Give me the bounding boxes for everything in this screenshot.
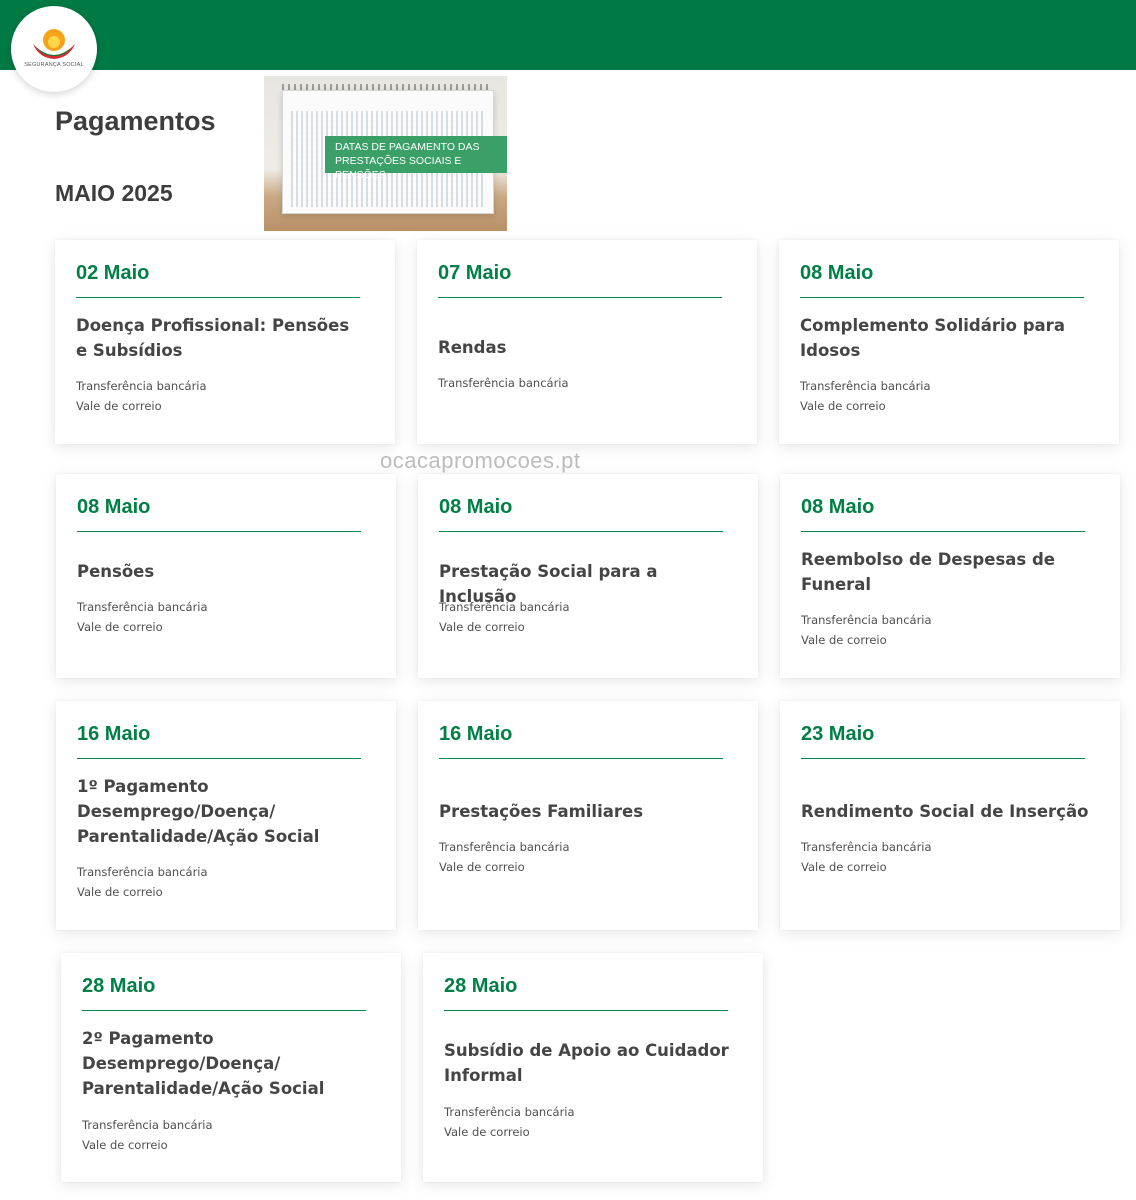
watermark: ocacapromocoes.pt: [380, 448, 581, 473]
divider: [439, 758, 723, 759]
payment-method: Vale de correio: [439, 620, 525, 634]
payment-methods: Transferência bancária Vale de correio: [444, 1102, 575, 1142]
payment-card: 16 Maio 1º Pagamento Desemprego/Doença/ …: [56, 701, 396, 930]
divider: [76, 297, 360, 298]
payment-date: 08 Maio: [77, 496, 151, 518]
payment-method: Transferência bancária: [76, 379, 207, 393]
divider: [801, 531, 1085, 532]
payment-card: 02 Maio Doença Profissional: Pensões e S…: [55, 240, 395, 444]
payment-method: Vale de correio: [76, 399, 162, 413]
payment-method: Vale de correio: [77, 620, 163, 634]
top-header-bar: [0, 0, 1136, 70]
month-title: MAIO 2025: [55, 180, 173, 206]
payment-method: Vale de correio: [439, 860, 525, 874]
divider: [801, 758, 1085, 759]
payment-card: 08 Maio Pensões Transferência bancária V…: [56, 474, 396, 678]
divider: [800, 297, 1084, 298]
divider: [444, 1010, 728, 1011]
payment-card: 08 Maio Reembolso de Despesas de Funeral…: [780, 474, 1120, 678]
payment-title: Rendimento Social de Inserção: [801, 802, 1089, 821]
payment-method: Transferência bancária: [800, 379, 931, 393]
payment-method: Vale de correio: [801, 633, 887, 647]
payment-method: Transferência bancária: [801, 613, 932, 627]
payment-methods: Transferência bancária Vale de correio: [82, 1115, 213, 1155]
payment-date: 23 Maio: [801, 723, 875, 745]
payment-methods: Transferência bancária Vale de correio: [801, 837, 932, 877]
payment-method: Vale de correio: [82, 1138, 168, 1152]
payment-method: Transferência bancária: [82, 1118, 213, 1132]
payment-card: 28 Maio 2º Pagamento Desemprego/Doença/ …: [61, 953, 401, 1182]
payment-method: Vale de correio: [800, 399, 886, 413]
payment-date: 28 Maio: [444, 975, 518, 997]
banner-caption-line-2: PRESTAÇÕES SOCIAIS E PENSÕES: [335, 155, 462, 181]
payment-card: 16 Maio Prestações Familiares Transferên…: [418, 701, 758, 930]
payment-card: 07 Maio Rendas Transferência bancária: [417, 240, 757, 444]
payment-title: 2º Pagamento Desemprego/Doença/ Parental…: [82, 1029, 325, 1098]
payment-methods: Transferência bancária Vale de correio: [800, 376, 931, 416]
payment-methods: Transferência bancária Vale de correio: [439, 837, 570, 877]
logo-text: SEGURANÇA SOCIAL: [24, 62, 84, 68]
seguranca-social-logo[interactable]: SEGURANÇA SOCIAL: [11, 6, 97, 92]
payment-card: 23 Maio Rendimento Social de Inserção Tr…: [780, 701, 1120, 930]
payment-methods: Transferência bancária: [438, 373, 569, 393]
payment-date: 02 Maio: [76, 262, 150, 284]
payment-method: Transferência bancária: [439, 600, 570, 614]
payment-title: Rendas: [438, 338, 507, 357]
payment-methods: Transferência bancária Vale de correio: [439, 597, 570, 637]
payment-method: Transferência bancária: [439, 840, 570, 854]
payment-method: Transferência bancária: [438, 376, 569, 390]
payment-method: Transferência bancária: [77, 600, 208, 614]
payment-title: Reembolso de Despesas de Funeral: [801, 550, 1055, 594]
banner-caption-line-1: DATAS DE PAGAMENTO DAS: [335, 141, 480, 153]
payment-title: Complemento Solidário para Idosos: [800, 316, 1065, 360]
payment-date: 08 Maio: [800, 262, 874, 284]
payment-method: Vale de correio: [77, 885, 163, 899]
payment-methods: Transferência bancária Vale de correio: [77, 597, 208, 637]
payment-title: Pensões: [77, 562, 155, 581]
payment-methods: Transferência bancária Vale de correio: [801, 610, 932, 650]
payment-methods: Transferência bancária Vale de correio: [77, 862, 208, 902]
payment-method: Transferência bancária: [444, 1105, 575, 1119]
banner-caption: DATAS DE PAGAMENTO DAS PRESTAÇÕES SOCIAI…: [325, 136, 507, 181]
logo-emblem-icon: [33, 29, 75, 59]
payment-method: Transferência bancária: [77, 865, 208, 879]
payment-title: Doença Profissional: Pensões e Subsídios: [76, 316, 350, 360]
payment-title: Subsídio de Apoio ao Cuidador Informal: [444, 1041, 729, 1085]
payment-date: 08 Maio: [801, 496, 875, 518]
payment-method: Transferência bancária: [801, 840, 932, 854]
payment-card: 28 Maio Subsídio de Apoio ao Cuidador In…: [423, 953, 763, 1182]
divider: [82, 1010, 366, 1011]
page-title: Pagamentos: [55, 106, 216, 136]
payment-card: 08 Maio Complemento Solidário para Idoso…: [779, 240, 1119, 444]
divider: [438, 297, 722, 298]
calendar-banner-image: DATAS DE PAGAMENTO DAS PRESTAÇÕES SOCIAI…: [264, 76, 507, 231]
payment-date: 08 Maio: [439, 496, 513, 518]
divider: [77, 758, 361, 759]
payment-method: Vale de correio: [801, 860, 887, 874]
divider: [439, 531, 723, 532]
payment-date: 16 Maio: [439, 723, 513, 745]
payment-date: 16 Maio: [77, 723, 151, 745]
payment-methods: Transferência bancária Vale de correio: [76, 376, 207, 416]
payment-date: 28 Maio: [82, 975, 156, 997]
payment-date: 07 Maio: [438, 262, 512, 284]
payment-method: Vale de correio: [444, 1125, 530, 1139]
payment-title: 1º Pagamento Desemprego/Doença/ Parental…: [77, 777, 320, 846]
payment-card: 08 Maio Prestação Social para a Inclusão…: [418, 474, 758, 678]
divider: [77, 531, 361, 532]
payment-title: Prestações Familiares: [439, 802, 644, 821]
